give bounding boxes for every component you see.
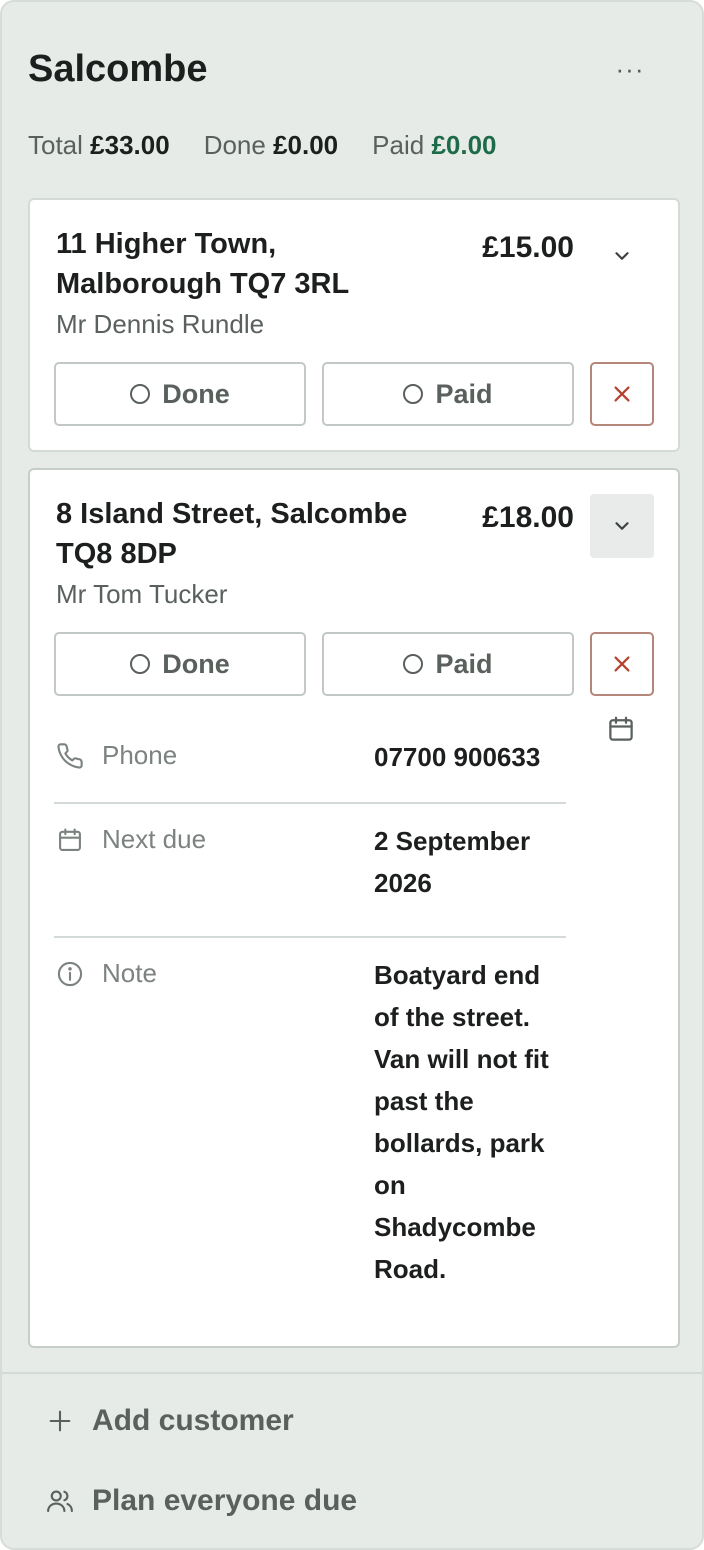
total-summary: Total £33.00 [28, 130, 170, 161]
round-panel: Salcombe ··· Total £33.00 Done £0.00 Pai… [0, 0, 704, 1550]
mark-done-button[interactable]: Done [54, 632, 306, 696]
customer-price: £15.00 [482, 231, 574, 264]
circle-icon [130, 654, 151, 674]
paid-total-label: Paid [372, 129, 425, 160]
paid-button-label: Paid [435, 648, 493, 679]
calendar-icon [609, 716, 633, 741]
add-customer-label: Add customer [92, 1404, 294, 1437]
phone-label: Phone [102, 740, 178, 770]
done-button-label: Done [162, 648, 230, 679]
remove-customer-button[interactable] [590, 362, 654, 426]
total-label: Total [28, 129, 83, 160]
note-value: Boatyard end of the street. Van will not… [374, 960, 549, 1284]
plus-icon [49, 1410, 71, 1432]
paid-total-value: £0.00 [431, 129, 497, 160]
more-options-button[interactable]: ··· [598, 46, 662, 92]
chevron-down-icon [615, 252, 629, 260]
customer-address: 8 Island Street, Salcombe TQ8 8DP [56, 498, 408, 570]
done-total-value: £0.00 [273, 129, 339, 160]
close-icon [614, 386, 630, 402]
chevron-down-icon [615, 522, 629, 530]
more-icon: ··· [615, 53, 645, 84]
collapse-button[interactable] [590, 494, 654, 558]
detail-row-note: Note Boatyard end of the street. Van wil… [54, 938, 566, 1308]
customer-card: 11 Higher Town, Malborough TQ7 3RL Mr De… [28, 198, 680, 452]
mark-paid-button[interactable]: Paid [322, 632, 574, 696]
next-due-value: 2 September 2026 [374, 826, 531, 898]
close-icon [614, 656, 630, 672]
next-due-label: Next due [102, 824, 207, 854]
customer-name: Mr Dennis Rundle [56, 309, 265, 339]
plan-everyone-due-label: Plan everyone due [92, 1484, 358, 1517]
customer-address: 11 Higher Town, Malborough TQ7 3RL [56, 228, 350, 300]
add-customer-button[interactable]: Add customer [44, 1396, 294, 1446]
customer-name: Mr Tom Tucker [56, 579, 228, 609]
done-summary: Done £0.00 [204, 130, 338, 161]
circle-icon [403, 654, 424, 674]
total-value: £33.00 [90, 129, 170, 160]
mark-paid-button[interactable]: Paid [322, 362, 574, 426]
customer-card: 8 Island Street, Salcombe TQ8 8DP Mr Tom… [28, 468, 680, 1348]
circle-icon [403, 384, 424, 404]
calendar-icon [59, 828, 81, 851]
phone-value[interactable]: 07700 900633 [374, 720, 566, 802]
round-title: Salcombe [28, 48, 208, 90]
phone-icon [57, 743, 83, 769]
round-header: Salcombe ··· [28, 46, 678, 96]
customer-price: £18.00 [482, 501, 574, 534]
detail-row-phone: Phone 07700 900633 [54, 720, 566, 804]
paid-summary: Paid £0.00 [372, 130, 496, 161]
schedule-button[interactable] [606, 714, 636, 744]
plan-everyone-due-button[interactable]: Plan everyone due [44, 1476, 357, 1526]
done-button-label: Done [162, 378, 230, 409]
expand-button[interactable] [590, 224, 654, 288]
round-totals: Total £33.00 Done £0.00 Paid £0.00 [28, 128, 531, 162]
info-icon [57, 961, 83, 987]
note-label: Note [102, 958, 157, 988]
circle-icon [130, 384, 151, 404]
mark-done-button[interactable]: Done [54, 362, 306, 426]
done-total-label: Done [203, 129, 266, 160]
detail-row-next-due: Next due 2 September 2026 [54, 804, 566, 938]
users-icon [47, 1490, 73, 1513]
paid-button-label: Paid [435, 378, 493, 409]
customer-details: Phone 07700 900633 Next due 2 September … [54, 720, 566, 1308]
remove-customer-button[interactable] [590, 632, 654, 696]
footer-divider [2, 1372, 702, 1374]
